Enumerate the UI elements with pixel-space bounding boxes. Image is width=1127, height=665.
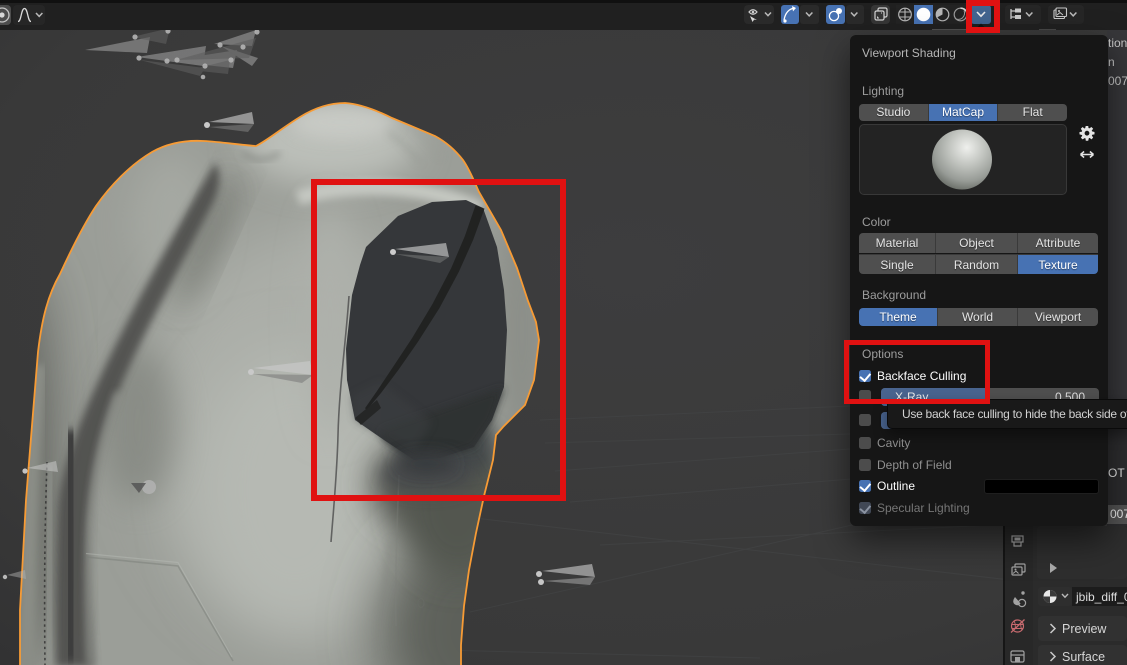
- svg-text:jbib_diff_0: jbib_diff_0: [1075, 590, 1127, 604]
- svg-text:Preview: Preview: [1062, 622, 1107, 636]
- svg-text:Surface: Surface: [1062, 650, 1105, 664]
